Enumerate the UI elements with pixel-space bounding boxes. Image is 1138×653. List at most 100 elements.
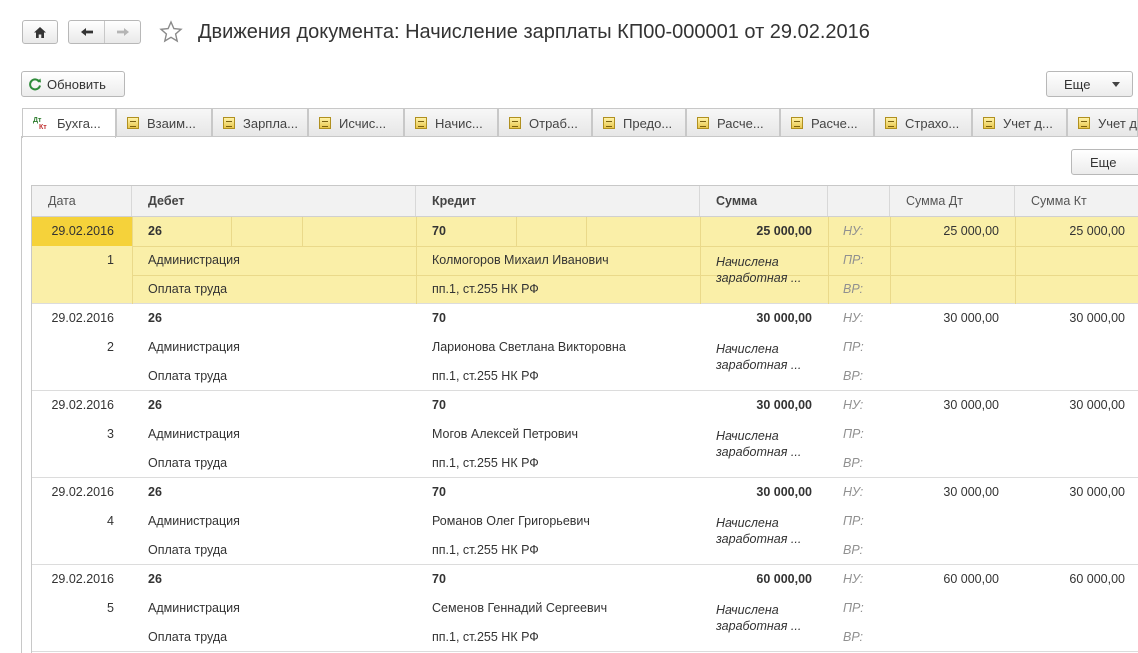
tab-accounting[interactable]: Дт Кт Бухга... [22,108,116,138]
cell-sum-kt: 30 000,00 [1069,398,1125,412]
cell-sum-kt: 25 000,00 [1069,224,1125,238]
cell-credit-subconto-1: Могов Алексей Петрович [432,427,578,441]
cell-debit: 26 [148,224,162,238]
cell-credit-subconto-1: Романов Олег Григорьевич [432,514,590,528]
cell-sum-kt: 30 000,00 [1069,485,1125,499]
cell-content: Начислена заработная ... [716,255,802,285]
back-button[interactable] [69,21,104,43]
cell-credit-subconto-1: Ларионова Светлана Викторовна [432,340,626,354]
tab-label: Предо... [623,115,673,131]
table-row[interactable]: 29.02.2016 3 26 Администрация Оплата тру… [32,391,1138,478]
cell-sum: 30 000,00 [756,311,812,325]
tab-register-4[interactable]: Начис... [404,108,498,137]
favorite-star-icon[interactable] [158,19,184,45]
cell-debit-subconto-2: Оплата труда [148,543,228,557]
cell-debit: 26 [148,311,162,325]
tab-register-8[interactable]: Расче... [780,108,874,137]
arrow-left-icon [80,28,93,36]
cell-nu-label: НУ: [843,224,864,238]
refresh-icon [29,78,41,91]
grid-more-button[interactable]: Еще [1071,149,1138,175]
dt-kt-icon: Дт Кт [33,116,47,131]
cell-credit: 70 [432,311,446,325]
cell-content: Начислена заработная ... [716,516,802,546]
refresh-button[interactable]: Обновить [21,71,125,97]
tab-label: Бухга... [57,116,101,131]
register-icon [885,117,897,129]
table-row[interactable]: 29.02.2016 2 26 Администрация Оплата тру… [32,304,1138,391]
tab-register-11[interactable]: Учет д [1067,108,1138,137]
cell-date: 29.02.2016 [51,572,114,586]
home-icon [34,26,46,38]
register-tabs: Дт Кт Бухга... Взаим... Зарпла... Исчис..… [22,108,1138,138]
register-icon [223,117,235,129]
cell-vr-label: ВР: [843,282,864,296]
cell-sum: 30 000,00 [756,398,812,412]
tab-label: Начис... [435,115,483,131]
cell-debit: 26 [148,485,162,499]
column-header-date[interactable]: Дата [32,186,132,216]
table-row[interactable]: 29.02.2016 5 26 Администрация Оплата тру… [32,565,1138,652]
column-header-debit[interactable]: Дебет [132,186,416,216]
cell-date: 29.02.2016 [51,311,114,325]
tab-label: Страхо... [905,115,960,131]
cell-sum: 25 000,00 [756,224,812,238]
cell-date: 29.02.2016 [51,485,114,499]
register-icon [791,117,803,129]
cell-sum-kt: 30 000,00 [1069,311,1125,325]
cell-credit: 70 [432,485,446,499]
more-menu-button[interactable]: Еще [1046,71,1133,97]
more-label: Еще [1090,154,1117,170]
more-label: Еще [1064,76,1091,92]
tab-register-5[interactable]: Отраб... [498,108,592,137]
cell-sum-dt: 60 000,00 [943,572,999,586]
register-icon [415,117,427,129]
tab-register-10[interactable]: Учет д... [972,108,1067,137]
cell-credit-subconto-1: Семенов Геннадий Сергеевич [432,601,608,615]
cell-sum: 60 000,00 [756,572,812,586]
cell-sum-dt: 30 000,00 [943,485,999,499]
cell-pr-label: ПР: [843,253,864,267]
cell-credit: 70 [432,224,446,238]
forward-button[interactable] [104,21,140,43]
cell-vr-label: ВР: [843,630,864,644]
tab-register-7[interactable]: Расче... [686,108,780,137]
register-icon [1078,117,1090,129]
cell-nu-label: НУ: [843,485,864,499]
cell-debit: 26 [148,398,162,412]
tab-register-2[interactable]: Зарпла... [212,108,308,137]
cell-sum-kt: 60 000,00 [1069,572,1125,586]
cell-debit-subconto-1: Администрация [148,253,240,267]
column-header-credit[interactable]: Кредит [416,186,700,216]
cell-sum-dt: 30 000,00 [943,398,999,412]
movements-table[interactable]: Дата Дебет Кредит Сумма Сумма Дт Сумма К… [31,185,1138,653]
tab-label: Расче... [811,115,858,131]
tab-register-6[interactable]: Предо... [592,108,686,137]
cell-debit: 26 [148,572,162,586]
tab-register-9[interactable]: Страхо... [874,108,972,137]
tab-label: Зарпла... [243,115,299,131]
cell-pr-label: ПР: [843,514,864,528]
tab-register-3[interactable]: Исчис... [308,108,404,137]
cell-content: Начислена заработная ... [716,429,802,459]
table-row[interactable]: 29.02.2016 1 26 Администрация Оплата тру… [32,217,1138,304]
cell-debit-subconto-2: Оплата труда [148,456,228,470]
home-button[interactable] [22,20,58,44]
cell-sum: 30 000,00 [756,485,812,499]
tab-register-1[interactable]: Взаим... [116,108,212,137]
register-icon [509,117,521,129]
register-icon [603,117,615,129]
cell-content: Начислена заработная ... [716,342,802,372]
register-icon [983,117,995,129]
cell-credit: 70 [432,398,446,412]
column-header-sum-dt[interactable]: Сумма Дт [890,186,1015,216]
tab-label: Учет д... [1003,115,1053,131]
cell-credit-subconto-2: пп.1, ст.255 НК РФ [432,369,539,383]
cell-credit-subconto-2: пп.1, ст.255 НК РФ [432,282,539,296]
tab-label: Учет д [1098,115,1137,131]
table-row[interactable]: 29.02.2016 4 26 Администрация Оплата тру… [32,478,1138,565]
cell-debit-subconto-2: Оплата труда [148,630,228,644]
column-header-sum[interactable]: Сумма [700,186,828,216]
column-header-blank [828,186,890,216]
column-header-sum-kt[interactable]: Сумма Кт [1015,186,1138,216]
